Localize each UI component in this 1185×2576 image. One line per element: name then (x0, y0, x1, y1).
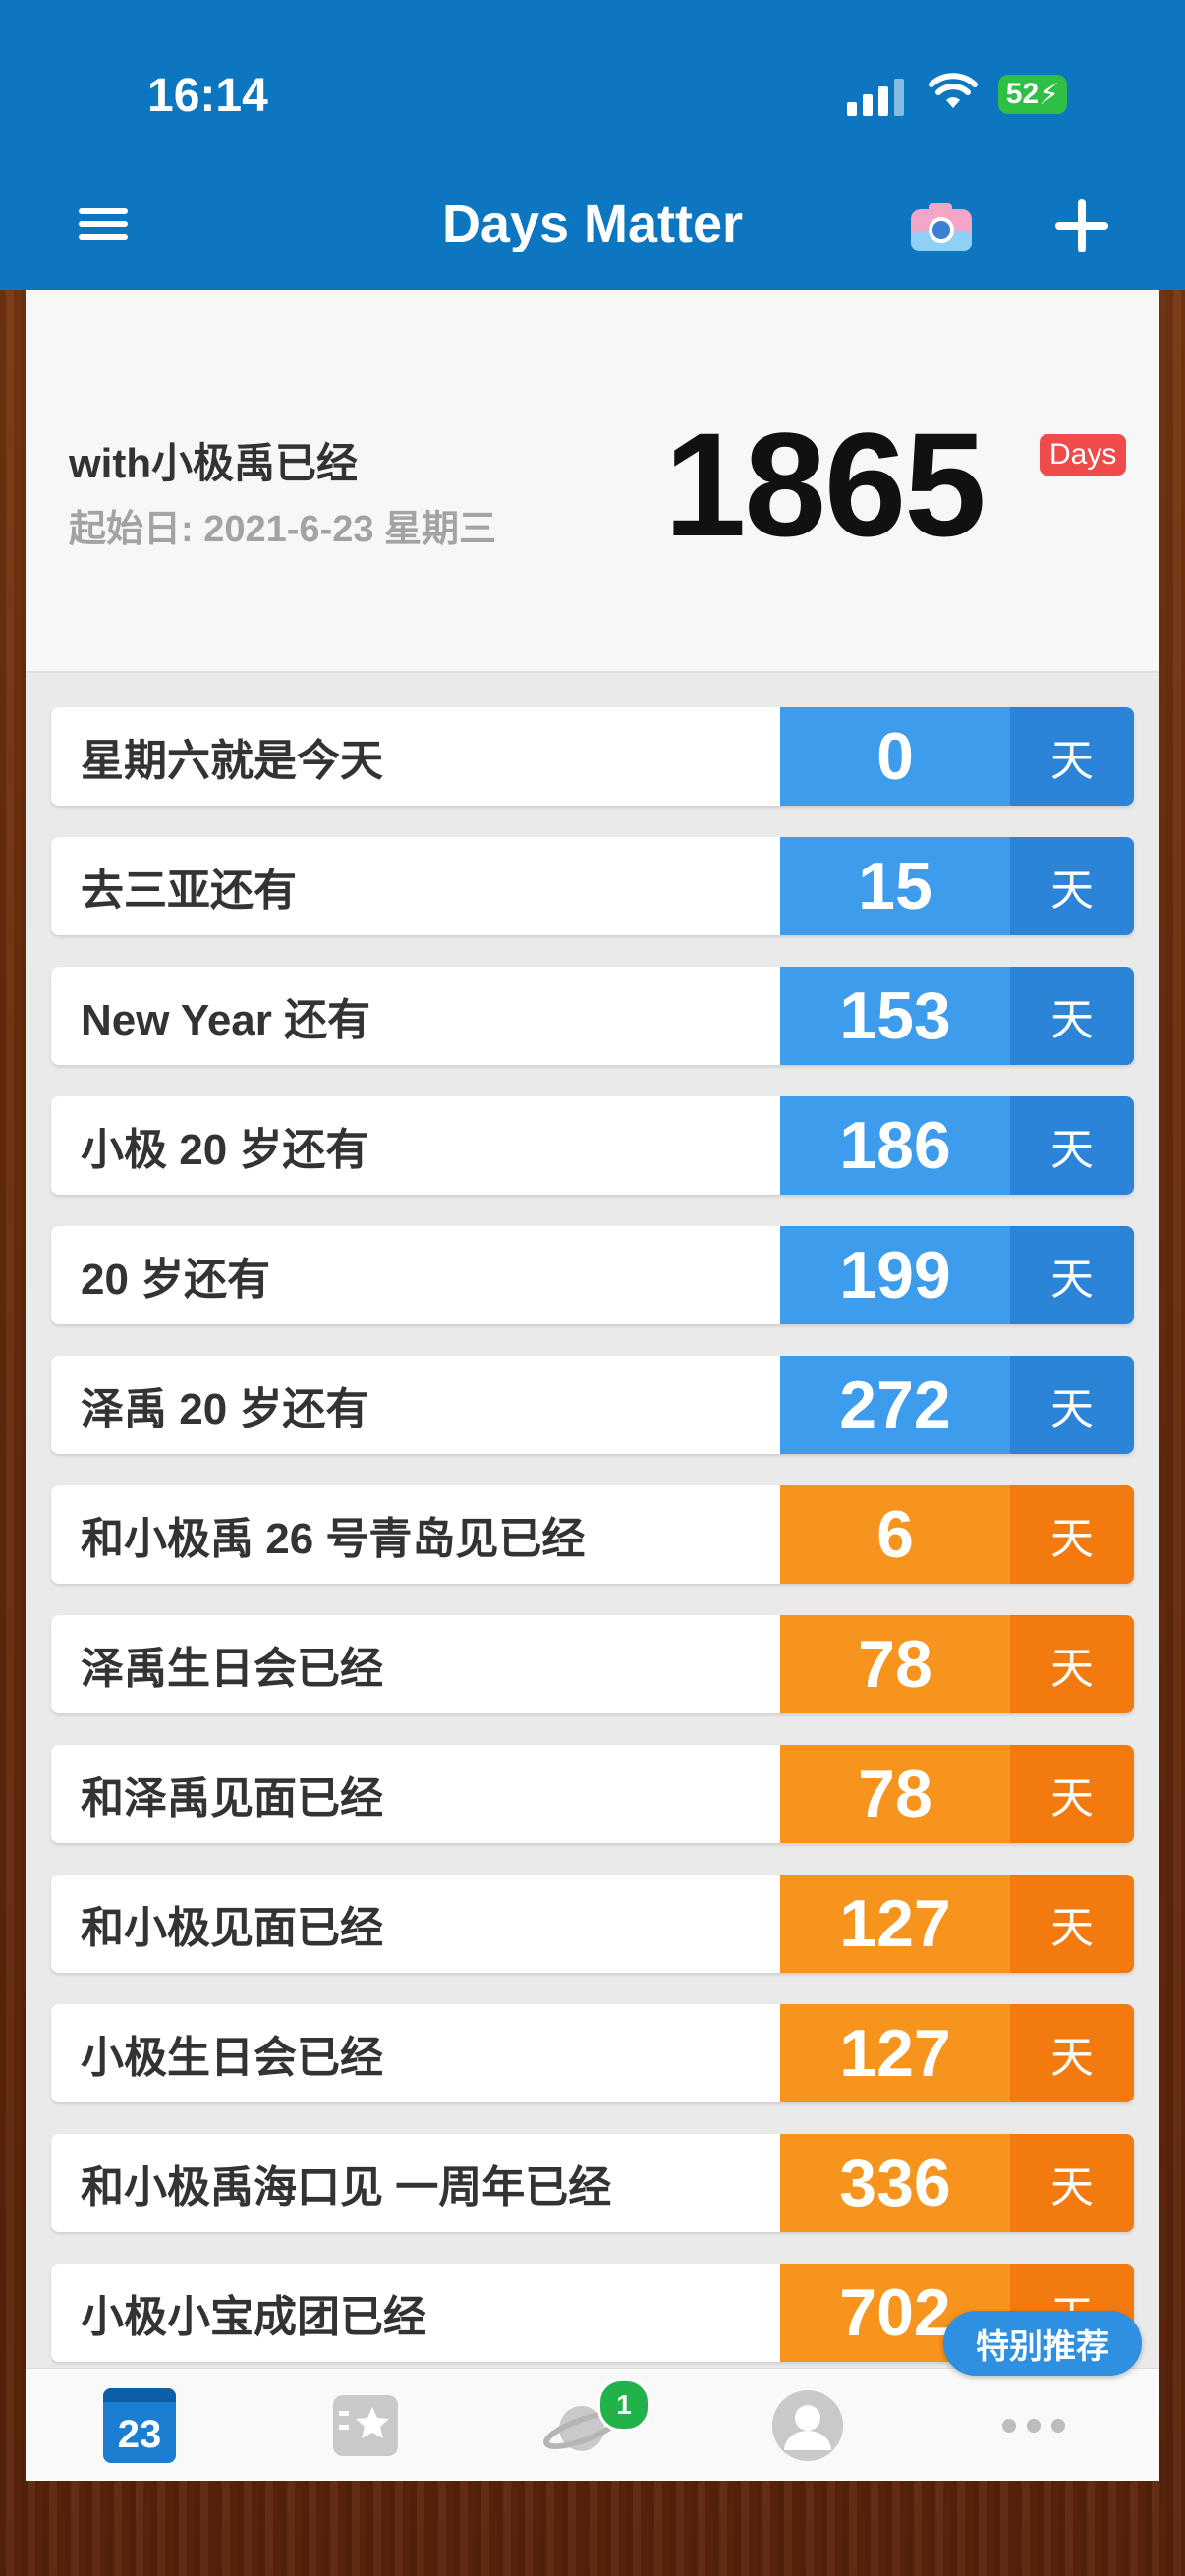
days-badge: Days (1040, 434, 1127, 476)
signal-icon (847, 79, 904, 116)
event-label: New Year 还有 (51, 967, 780, 1065)
event-row[interactable]: 星期六就是今天 0 天 (51, 707, 1134, 806)
event-days: 78 (780, 1745, 1010, 1843)
event-label: 泽禹生日会已经 (51, 1615, 780, 1713)
event-label: 星期六就是今天 (51, 707, 780, 806)
event-row[interactable]: 泽禹生日会已经 78 天 (51, 1615, 1134, 1713)
event-unit: 天 (1010, 2004, 1134, 2102)
event-label: 和小极禹海口见 一周年已经 (51, 2134, 780, 2232)
star-list-icon (333, 2395, 398, 2456)
event-unit: 天 (1010, 2134, 1134, 2232)
event-unit: 天 (1010, 837, 1134, 935)
event-label: 小极生日会已经 (51, 2004, 780, 2102)
event-unit: 天 (1010, 967, 1134, 1065)
wifi-icon (929, 73, 978, 108)
add-event-button[interactable] (1049, 194, 1114, 258)
nav-bar: Days Matter (0, 182, 1185, 290)
event-unit: 天 (1010, 1615, 1134, 1713)
event-row[interactable]: 泽禹 20 岁还有 272 天 (51, 1356, 1134, 1454)
featured-start-date: 起始日: 2021-6-23 星期三 (69, 509, 497, 550)
tab-bar: 23 1 (26, 2368, 1159, 2481)
event-days: 127 (780, 1875, 1010, 1973)
event-label: 泽禹 20 岁还有 (51, 1356, 780, 1454)
more-icon (1002, 2419, 1065, 2433)
event-days: 153 (780, 967, 1010, 1065)
event-days: 199 (780, 1226, 1010, 1324)
event-unit: 天 (1010, 1485, 1134, 1584)
event-days: 186 (780, 1096, 1010, 1195)
event-label: 去三亚还有 (51, 837, 780, 935)
event-label: 小极 20 岁还有 (51, 1096, 780, 1195)
event-days: 6 (780, 1485, 1010, 1584)
battery-icon: 52 ⚡ (998, 75, 1067, 114)
calendar-day: 23 (117, 2413, 162, 2456)
status-bar: 16:14 52 ⚡ (0, 0, 1185, 182)
event-days: 78 (780, 1615, 1010, 1713)
event-unit: 天 (1010, 1356, 1134, 1454)
notification-badge: 1 (597, 2379, 650, 2432)
tab-profile[interactable] (768, 2386, 847, 2465)
promo-button[interactable]: 特别推荐 (943, 2311, 1142, 2376)
event-days: 336 (780, 2134, 1010, 2232)
featured-event[interactable]: with小极禹已经 起始日: 2021-6-23 星期三 1865 Days (26, 290, 1159, 673)
page-title: Days Matter (441, 195, 744, 253)
event-row[interactable]: 去三亚还有 15 天 (51, 837, 1134, 935)
tab-discover[interactable]: 1 (542, 2379, 650, 2465)
event-label: 和泽禹见面已经 (51, 1745, 780, 1843)
event-row[interactable]: 和小极禹 26 号青岛见已经 6 天 (51, 1485, 1134, 1584)
event-label: 和小极见面已经 (51, 1875, 780, 1973)
event-unit: 天 (1010, 1226, 1134, 1324)
calendar-icon: 23 (103, 2388, 176, 2463)
featured-title: with小极禹已经 (69, 440, 358, 486)
event-row[interactable]: 20 岁还有 199 天 (51, 1226, 1134, 1324)
event-days: 15 (780, 837, 1010, 935)
event-row[interactable]: 和小极禹海口见 一周年已经 336 天 (51, 2134, 1134, 2232)
camera-icon[interactable] (909, 201, 974, 252)
events-panel: with小极禹已经 起始日: 2021-6-23 星期三 1865 Days 星… (26, 290, 1159, 2481)
featured-days: 1865 (664, 402, 987, 567)
event-row[interactable]: 小极 20 岁还有 186 天 (51, 1096, 1134, 1195)
event-row[interactable]: New Year 还有 153 天 (51, 967, 1134, 1065)
event-days: 0 (780, 707, 1010, 806)
event-unit: 天 (1010, 1875, 1134, 1973)
tab-favorites[interactable] (326, 2386, 405, 2465)
event-unit: 天 (1010, 707, 1134, 806)
event-days: 272 (780, 1356, 1010, 1454)
event-unit: 天 (1010, 1096, 1134, 1195)
profile-icon (772, 2390, 843, 2461)
tab-more[interactable] (994, 2386, 1073, 2465)
event-unit: 天 (1010, 1745, 1134, 1843)
event-row[interactable]: 和小极见面已经 127 天 (51, 1875, 1134, 1973)
event-days: 127 (780, 2004, 1010, 2102)
status-time: 16:14 (147, 70, 268, 122)
event-label: 和小极禹 26 号青岛见已经 (51, 1485, 780, 1584)
event-row[interactable]: 小极生日会已经 127 天 (51, 2004, 1134, 2102)
tab-calendar[interactable]: 23 (100, 2386, 179, 2465)
battery-level: 52 (1005, 78, 1040, 110)
event-label: 小极小宝成团已经 (51, 2264, 780, 2362)
event-row[interactable]: 和泽禹见面已经 78 天 (51, 1745, 1134, 1843)
event-label: 20 岁还有 (51, 1226, 780, 1324)
